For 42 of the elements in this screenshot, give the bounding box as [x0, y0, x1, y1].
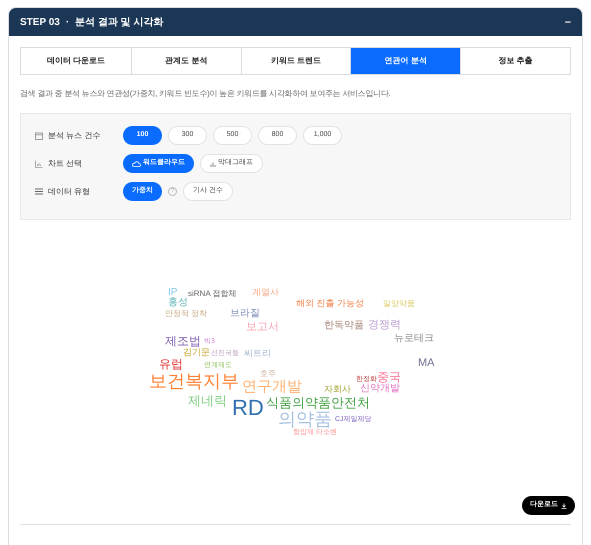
cloud-word: 브라질 — [230, 309, 260, 319]
cloud-word: 경쟁력 — [368, 320, 401, 331]
download-icon — [561, 502, 567, 508]
cloud-word: 신약개발 — [360, 384, 400, 394]
cloud-word: 중국 — [377, 371, 401, 383]
step-label: STEP 03 — [20, 16, 60, 30]
cloud-icon — [132, 160, 141, 166]
cloud-word: 식품의약품안전처 — [266, 396, 370, 409]
cloud-word: 김기문 — [183, 348, 210, 357]
cloud-word: 안정적 정착 — [165, 310, 208, 318]
list-icon — [35, 188, 43, 195]
cloud-word: 홍성 — [168, 298, 188, 308]
tab[interactable]: 연관어 분석 — [350, 48, 460, 74]
cloud-word: RD — [232, 397, 264, 419]
cloud-word: 제네릭 — [188, 394, 227, 407]
cloud-word: 한독약품 — [324, 321, 364, 331]
panel-title: 분석 결과 및 시각화 — [75, 16, 164, 30]
option-label: 분석 뉴스 건수 — [48, 130, 100, 142]
cloud-word: 일양약품 — [383, 300, 415, 308]
cloud-word: 계열사 — [252, 288, 279, 297]
bar-chart-icon — [210, 160, 216, 166]
chart-icon — [35, 160, 43, 168]
option-label: 데이터 유형 — [48, 186, 90, 198]
calendar-icon — [35, 132, 43, 140]
cloud-word: 의약품 — [278, 410, 332, 428]
collapse-button[interactable]: – — [564, 16, 571, 28]
cloud-word: 자회사 — [324, 385, 351, 394]
cloud-word: 제조법 — [165, 335, 201, 347]
cloud-word: IP — [168, 288, 178, 298]
cloud-word: 호주 — [260, 370, 276, 378]
cloud-word: 씨트리 — [244, 349, 271, 358]
cloud-word: 연구개발 — [242, 379, 302, 394]
cloud-word: 보고서 — [246, 322, 279, 333]
cloud-word: 보건복지부 — [149, 372, 239, 390]
cloud-word: siRNA 접합체 — [188, 290, 236, 298]
cloud-word: 유럽 — [159, 358, 183, 370]
separator-dot: · — [66, 16, 70, 30]
option-label: 차트 선택 — [48, 158, 82, 170]
cloud-word: MA — [418, 358, 434, 369]
cloud-word: 뉴로테크 — [394, 334, 434, 344]
cloud-word: 해외 진출 가능성 — [296, 299, 364, 308]
description-text: 검색 결과 중 분석 뉴스와 연관성(가중치, 키워드 빈도수)이 높은 키워드를 시각화하여 보여주는 서비스입니다. — [20, 88, 392, 100]
